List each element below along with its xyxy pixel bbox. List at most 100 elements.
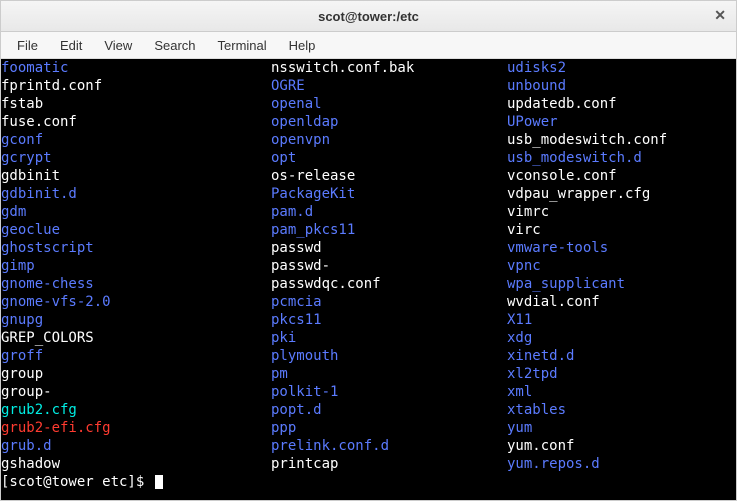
cursor-icon: [155, 475, 163, 489]
file-entry: os-release: [271, 167, 507, 185]
file-entry: xl2tpd: [507, 365, 558, 383]
file-entry: vmware-tools: [507, 239, 608, 257]
terminal-output[interactable]: foomaticnsswitch.conf.bakudisks2fprintd.…: [1, 59, 736, 500]
file-entry: pcmcia: [271, 293, 507, 311]
file-entry: gshadow: [1, 455, 271, 473]
file-entry: pki: [271, 329, 507, 347]
close-icon[interactable]: ✕: [714, 7, 726, 24]
file-entry: yum.conf: [507, 437, 574, 455]
file-entry: popt.d: [271, 401, 507, 419]
menu-view[interactable]: View: [94, 36, 142, 55]
file-entry: group-: [1, 383, 271, 401]
listing-row: fuse.confopenldapUPower: [1, 113, 736, 131]
file-entry: yum.repos.d: [507, 455, 600, 473]
menu-help[interactable]: Help: [279, 36, 326, 55]
listing-row: gimppasswd-vpnc: [1, 257, 736, 275]
listing-row: grub.dprelink.conf.dyum.conf: [1, 437, 736, 455]
file-entry: grub2-efi.cfg: [1, 419, 271, 437]
file-entry: plymouth: [271, 347, 507, 365]
file-entry: ghostscript: [1, 239, 271, 257]
file-entry: pm: [271, 365, 507, 383]
listing-row: grouppmxl2tpd: [1, 365, 736, 383]
listing-row: GREP_COLORSpkixdg: [1, 329, 736, 347]
listing-row: fprintd.confOGREunbound: [1, 77, 736, 95]
listing-row: foomaticnsswitch.conf.bakudisks2: [1, 59, 736, 77]
menu-search[interactable]: Search: [144, 36, 205, 55]
menu-terminal[interactable]: Terminal: [208, 36, 277, 55]
file-entry: PackageKit: [271, 185, 507, 203]
file-entry: wpa_supplicant: [507, 275, 625, 293]
file-entry: updatedb.conf: [507, 95, 617, 113]
file-entry: openvpn: [271, 131, 507, 149]
file-entry: grub.d: [1, 437, 271, 455]
file-entry: X11: [507, 311, 532, 329]
file-entry: opt: [271, 149, 507, 167]
file-entry: gdbinit.d: [1, 185, 271, 203]
file-entry: gconf: [1, 131, 271, 149]
file-entry: geoclue: [1, 221, 271, 239]
file-entry: fprintd.conf: [1, 77, 271, 95]
file-entry: yum: [507, 419, 532, 437]
listing-row: gnome-vfs-2.0pcmciawvdial.conf: [1, 293, 736, 311]
file-entry: gnupg: [1, 311, 271, 329]
listing-row: grub2-efi.cfgpppyum: [1, 419, 736, 437]
file-entry: gnome-vfs-2.0: [1, 293, 271, 311]
menu-file[interactable]: File: [7, 36, 48, 55]
file-entry: UPower: [507, 113, 558, 131]
file-entry: wvdial.conf: [507, 293, 600, 311]
file-entry: nsswitch.conf.bak: [271, 59, 507, 77]
listing-row: gconfopenvpnusb_modeswitch.conf: [1, 131, 736, 149]
file-entry: ppp: [271, 419, 507, 437]
file-entry: xtables: [507, 401, 566, 419]
file-entry: gimp: [1, 257, 271, 275]
menu-edit[interactable]: Edit: [50, 36, 92, 55]
file-entry: gnome-chess: [1, 275, 271, 293]
file-entry: passwd-: [271, 257, 507, 275]
file-entry: polkit-1: [271, 383, 507, 401]
file-entry: xml: [507, 383, 532, 401]
file-entry: fuse.conf: [1, 113, 271, 131]
listing-row: gshadowprintcapyum.repos.d: [1, 455, 736, 473]
shell-prompt[interactable]: [scot@tower etc]$: [1, 473, 736, 491]
file-entry: usb_modeswitch.conf: [507, 131, 667, 149]
listing-row: ghostscriptpasswdvmware-tools: [1, 239, 736, 257]
file-entry: passwdqc.conf: [271, 275, 507, 293]
file-entry: passwd: [271, 239, 507, 257]
listing-row: gnupgpkcs11X11: [1, 311, 736, 329]
listing-row: gdmpam.dvimrc: [1, 203, 736, 221]
file-entry: xdg: [507, 329, 532, 347]
file-entry: udisks2: [507, 59, 566, 77]
file-entry: openal: [271, 95, 507, 113]
file-entry: groff: [1, 347, 271, 365]
file-entry: OGRE: [271, 77, 507, 95]
prompt-text: [scot@tower etc]$: [1, 473, 153, 491]
file-entry: grub2.cfg: [1, 401, 271, 419]
file-entry: gcrypt: [1, 149, 271, 167]
listing-row: group-polkit-1xml: [1, 383, 736, 401]
listing-row: gdbinitos-releasevconsole.conf: [1, 167, 736, 185]
file-entry: usb_modeswitch.d: [507, 149, 642, 167]
listing-row: gnome-chesspasswdqc.confwpa_supplicant: [1, 275, 736, 293]
listing-row: groffplymouthxinetd.d: [1, 347, 736, 365]
file-entry: vconsole.conf: [507, 167, 617, 185]
file-entry: pam_pkcs11: [271, 221, 507, 239]
listing-row: gcryptoptusb_modeswitch.d: [1, 149, 736, 167]
listing-row: geocluepam_pkcs11virc: [1, 221, 736, 239]
file-entry: pam.d: [271, 203, 507, 221]
file-entry: fstab: [1, 95, 271, 113]
file-entry: openldap: [271, 113, 507, 131]
file-entry: foomatic: [1, 59, 271, 77]
file-entry: vimrc: [507, 203, 549, 221]
file-entry: unbound: [507, 77, 566, 95]
file-entry: printcap: [271, 455, 507, 473]
file-entry: GREP_COLORS: [1, 329, 271, 347]
file-entry: pkcs11: [271, 311, 507, 329]
file-entry: group: [1, 365, 271, 383]
file-entry: gdbinit: [1, 167, 271, 185]
menubar: File Edit View Search Terminal Help: [1, 32, 736, 59]
terminal-window: scot@tower:/etc ✕ File Edit View Search …: [0, 0, 737, 501]
file-entry: vpnc: [507, 257, 541, 275]
file-entry: vdpau_wrapper.cfg: [507, 185, 650, 203]
file-entry: prelink.conf.d: [271, 437, 507, 455]
listing-row: fstabopenalupdatedb.conf: [1, 95, 736, 113]
